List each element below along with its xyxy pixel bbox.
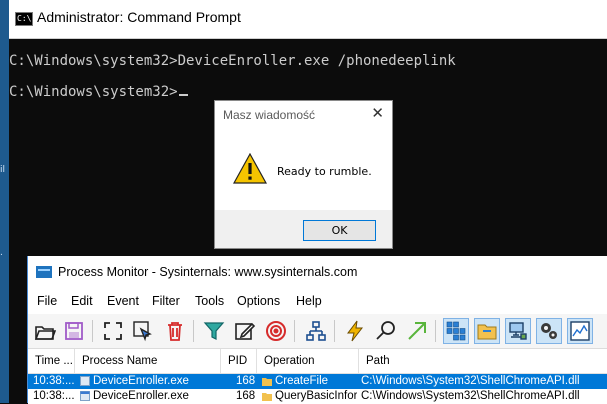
close-icon[interactable]: ✕ bbox=[371, 104, 384, 122]
ok-button[interactable]: OK bbox=[303, 220, 376, 241]
desktop-fragment: . bbox=[0, 248, 3, 258]
cell-time: 10:38:... bbox=[33, 390, 75, 402]
file-operation-icon bbox=[262, 393, 272, 401]
filter-icon[interactable] bbox=[201, 318, 227, 344]
table-row[interactable]: 10:38:... DeviceEnroller.exe 168 QueryBa… bbox=[28, 389, 607, 404]
cell-operation: CreateFile bbox=[275, 375, 329, 387]
column-header-operation[interactable]: Operation bbox=[257, 349, 359, 373]
menu-event[interactable]: Event bbox=[107, 294, 139, 308]
filesystem-icon[interactable] bbox=[474, 318, 500, 344]
process-icon bbox=[80, 391, 90, 401]
console-prompt: C:\Windows\system32> bbox=[9, 84, 178, 100]
target-icon[interactable] bbox=[263, 318, 289, 344]
cell-time: 10:38:... bbox=[33, 375, 75, 387]
column-header-time[interactable]: Time ... bbox=[28, 349, 75, 373]
dialog-footer: OK bbox=[215, 210, 392, 248]
text-cursor bbox=[178, 94, 188, 96]
procmon-title-bar[interactable]: Process Monitor - Sysinternals: www.sysi… bbox=[28, 256, 607, 288]
menu-options[interactable]: Options bbox=[237, 294, 280, 308]
process-monitor-window[interactable]: Process Monitor - Sysinternals: www.sysi… bbox=[27, 256, 607, 404]
process-activity-icon[interactable] bbox=[536, 318, 562, 344]
table-row[interactable]: 10:38:... DeviceEnroller.exe 168 CreateF… bbox=[28, 374, 607, 389]
highlight-icon[interactable] bbox=[232, 318, 258, 344]
capture-icon[interactable] bbox=[100, 318, 126, 344]
profiling-icon[interactable] bbox=[567, 318, 593, 344]
cmd-window-title: Administrator: Command Prompt bbox=[37, 9, 241, 25]
dialog-message: Ready to rumble. bbox=[277, 165, 372, 178]
toolbar-separator bbox=[334, 320, 335, 342]
registry-icon[interactable] bbox=[443, 318, 469, 344]
toolbar-separator bbox=[193, 320, 194, 342]
console-line: C:\Windows\system32>DeviceEnroller.exe /… bbox=[9, 53, 456, 69]
desktop-fragment: il bbox=[0, 165, 6, 175]
column-header-path[interactable]: Path bbox=[359, 349, 607, 373]
autoscroll-icon[interactable] bbox=[130, 318, 156, 344]
menu-file[interactable]: File bbox=[37, 294, 57, 308]
clear-icon[interactable] bbox=[162, 318, 188, 344]
process-tree-icon[interactable] bbox=[303, 318, 329, 344]
cell-path: C:\Windows\System32\ShellChromeAPI.dll bbox=[361, 390, 580, 402]
save-icon[interactable] bbox=[61, 318, 87, 344]
cell-process-name: DeviceEnroller.exe bbox=[93, 390, 189, 402]
menu-help[interactable]: Help bbox=[296, 294, 322, 308]
network-icon[interactable] bbox=[505, 318, 531, 344]
jump-to-icon[interactable] bbox=[404, 318, 430, 344]
menu-edit[interactable]: Edit bbox=[71, 294, 93, 308]
message-box-dialog[interactable]: Masz wiadomość ✕ Ready to rumble. OK bbox=[214, 100, 393, 249]
process-icon bbox=[80, 376, 90, 386]
warning-icon bbox=[233, 153, 267, 184]
column-header-pid[interactable]: PID bbox=[221, 349, 257, 373]
cell-operation: QueryBasicInfor... bbox=[275, 390, 357, 402]
procmon-window-title: Process Monitor - Sysinternals: www.sysi… bbox=[58, 265, 358, 279]
toolbar bbox=[28, 314, 607, 349]
cell-process-name: DeviceEnroller.exe bbox=[93, 375, 189, 387]
cell-pid: 168 bbox=[236, 390, 256, 402]
search-icon[interactable] bbox=[373, 318, 399, 344]
procmon-app-icon bbox=[36, 266, 52, 278]
menu-tools[interactable]: Tools bbox=[195, 294, 224, 308]
cell-pid: 168 bbox=[236, 375, 256, 387]
toolbar-separator bbox=[435, 320, 436, 342]
console-prompt-line[interactable]: C:\Windows\system32> bbox=[9, 84, 188, 100]
menu-bar: File Edit Event Filter Tools Options Hel… bbox=[28, 288, 607, 314]
column-headers: Time ... Process Name PID Operation Path bbox=[28, 349, 607, 374]
cmd-title-bar[interactable]: C:\. Administrator: Command Prompt bbox=[9, 0, 607, 39]
file-operation-icon bbox=[262, 378, 272, 386]
cmd-app-icon: C:\. bbox=[15, 12, 36, 26]
toolbar-separator bbox=[294, 320, 295, 342]
cell-path: C:\Windows\System32\ShellChromeAPI.dll bbox=[361, 375, 580, 387]
column-header-process-name[interactable]: Process Name bbox=[75, 349, 221, 373]
toolbar-separator bbox=[92, 320, 93, 342]
dialog-title: Masz wiadomość bbox=[223, 108, 316, 122]
jump-icon[interactable] bbox=[342, 318, 368, 344]
open-icon[interactable] bbox=[32, 318, 58, 344]
menu-filter[interactable]: Filter bbox=[152, 294, 180, 308]
